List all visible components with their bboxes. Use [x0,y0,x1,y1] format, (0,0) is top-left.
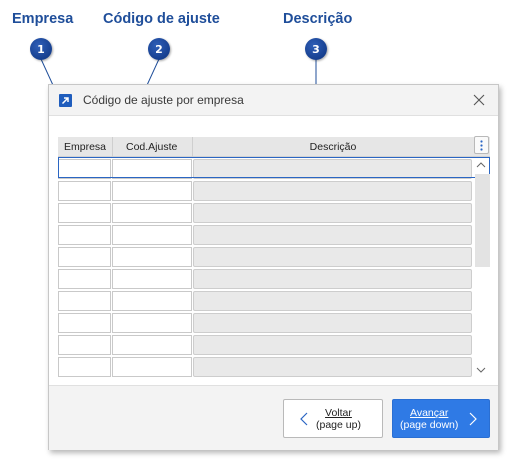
cell-descricao [193,247,472,267]
cell-empresa[interactable] [58,313,111,333]
callout-marker-1: 1 [30,38,52,60]
callout-label-empresa: Empresa [12,11,74,27]
cell-empresa[interactable] [58,159,111,179]
cell-descricao [193,181,472,201]
cell-empresa[interactable] [58,247,111,267]
callout-marker-2: 2 [148,38,170,60]
cell-cod-ajuste[interactable] [112,335,192,355]
cell-cod-ajuste[interactable] [112,357,192,377]
cell-cod-ajuste[interactable] [112,203,192,223]
cell-cod-ajuste[interactable] [112,247,192,267]
kebab-menu-icon [480,139,483,151]
cell-descricao [193,225,472,245]
scroll-up-arrow-icon[interactable] [472,158,490,172]
table-row[interactable] [58,181,482,201]
cell-empresa[interactable] [58,335,111,355]
column-header-cod-ajuste[interactable]: Cod.Ajuste [113,137,193,157]
cell-descricao [193,357,472,377]
cell-cod-ajuste[interactable] [112,225,192,245]
table-row[interactable] [58,225,482,245]
voltar-label: Voltar (page up) [316,407,361,431]
cell-descricao [193,159,472,179]
avancar-shortcut: (page down) [400,418,459,431]
cell-empresa[interactable] [58,269,111,289]
cell-empresa[interactable] [58,225,111,245]
cell-empresa[interactable] [58,357,111,377]
callout-marker-3: 3 [305,38,327,60]
callout-label-codigo-ajuste: Código de ajuste [103,11,220,27]
dialog-footer: Voltar (page up) Avançar (page down) [49,385,498,450]
table-row[interactable] [58,291,482,311]
cell-cod-ajuste[interactable] [112,291,192,311]
table-row[interactable] [58,313,482,333]
cell-cod-ajuste[interactable] [112,181,192,201]
chevron-right-icon [469,412,478,425]
cell-empresa[interactable] [58,291,111,311]
grid-header: Empresa Cod.Ajuste Descrição [58,137,490,157]
cell-cod-ajuste[interactable] [112,313,192,333]
table-row[interactable] [58,203,482,223]
close-icon [473,94,485,106]
table-row[interactable] [58,159,482,179]
scrollbar-thumb[interactable] [475,174,490,267]
external-link-icon [59,94,72,107]
callout-label-descricao: Descrição [283,11,353,27]
avancar-button[interactable]: Avançar (page down) [392,399,490,438]
cell-descricao [193,313,472,333]
scroll-down-arrow-icon[interactable] [472,363,490,377]
cell-empresa[interactable] [58,181,111,201]
close-button[interactable] [470,91,488,109]
avancar-text: Avançar [410,406,449,419]
column-header-descricao[interactable]: Descrição [193,137,473,157]
table-row[interactable] [58,335,482,355]
cell-descricao [193,269,472,289]
cell-descricao [193,335,472,355]
table-row[interactable] [58,357,482,377]
cell-cod-ajuste[interactable] [112,269,192,289]
voltar-button[interactable]: Voltar (page up) [283,399,383,438]
voltar-shortcut: (page up) [316,418,361,431]
column-header-empresa[interactable]: Empresa [58,137,113,157]
cell-empresa[interactable] [58,203,111,223]
dialog-window: Código de ajuste por empresa Empresa Cod… [48,84,499,450]
table-row[interactable] [58,269,482,289]
cell-descricao [193,291,472,311]
cell-cod-ajuste[interactable] [112,159,192,179]
grid-options-button[interactable] [474,136,489,154]
title-bar: Código de ajuste por empresa [49,85,498,116]
cell-descricao [193,203,472,223]
table-row[interactable] [58,247,482,267]
vertical-scrollbar[interactable] [472,157,490,382]
window-title: Código de ajuste por empresa [83,93,244,107]
chevron-left-icon [300,412,308,425]
voltar-text: Voltar [325,406,352,419]
avancar-label: Avançar (page down) [400,407,458,431]
